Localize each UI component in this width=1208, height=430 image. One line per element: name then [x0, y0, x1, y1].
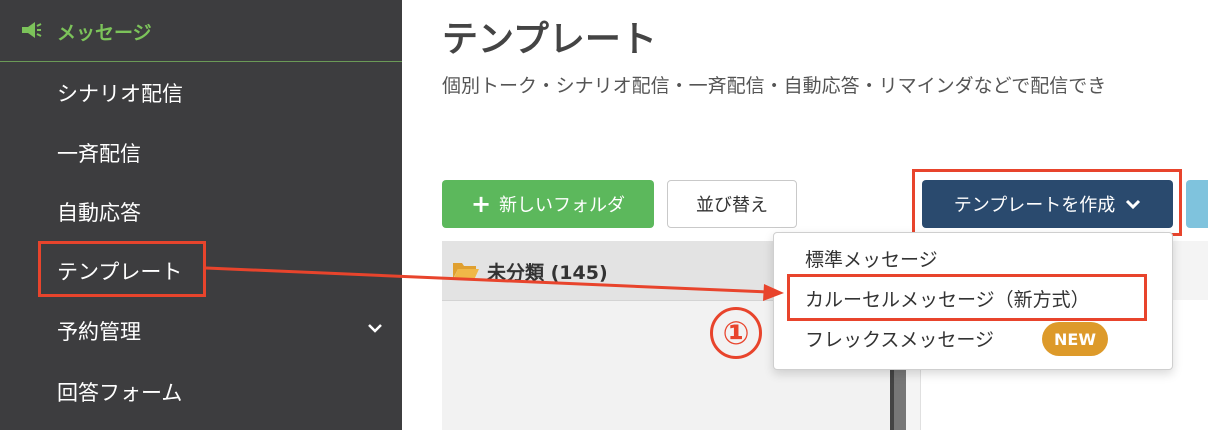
megaphone-icon [22, 22, 42, 38]
create-template-button[interactable]: テンプレートを作成 [922, 180, 1173, 228]
sidebar-item-reservation[interactable]: 予約管理 [57, 316, 141, 346]
create-template-label: テンプレートを作成 [953, 195, 1116, 216]
sidebar: メッセージ シナリオ配信 一斉配信 自動応答 テンプレート 予約管理 回答フォー… [0, 0, 402, 430]
secondary-button[interactable] [1186, 180, 1208, 228]
chevron-down-icon [1126, 199, 1141, 210]
new-folder-label: 新しいフォルダ [499, 195, 626, 216]
sort-label: 並び替え [696, 195, 768, 216]
page-description: 個別トーク・シナリオ配信・一斉配信・自動応答・リマインダなどで配信でき [442, 75, 1107, 97]
sidebar-section-header[interactable]: メッセージ [0, 0, 402, 62]
sidebar-item-scenario[interactable]: シナリオ配信 [57, 78, 183, 108]
chevron-down-icon[interactable] [366, 321, 384, 335]
plus-icon: + [470, 190, 492, 218]
step-number-marker: ① [710, 307, 762, 359]
folder-label: 未分類 (145) [487, 262, 608, 284]
page-title: テンプレート [442, 19, 657, 60]
carousel-item-highlight [787, 274, 1147, 321]
new-folder-button[interactable]: + 新しいフォルダ [442, 180, 654, 228]
sidebar-item-auto-reply[interactable]: 自動応答 [57, 197, 141, 227]
sidebar-item-answer-form[interactable]: 回答フォーム [57, 377, 182, 407]
sort-button[interactable]: 並び替え [667, 180, 797, 228]
sidebar-item-broadcast[interactable]: 一斉配信 [57, 138, 141, 168]
menu-item-standard-message[interactable]: 標準メッセージ [805, 245, 938, 272]
new-badge: NEW [1042, 322, 1108, 356]
folder-open-icon [453, 263, 479, 280]
sidebar-template-highlight [38, 241, 206, 297]
sidebar-section-label: メッセージ [57, 22, 152, 44]
menu-item-flex-message[interactable]: フレックスメッセージ [805, 325, 994, 352]
